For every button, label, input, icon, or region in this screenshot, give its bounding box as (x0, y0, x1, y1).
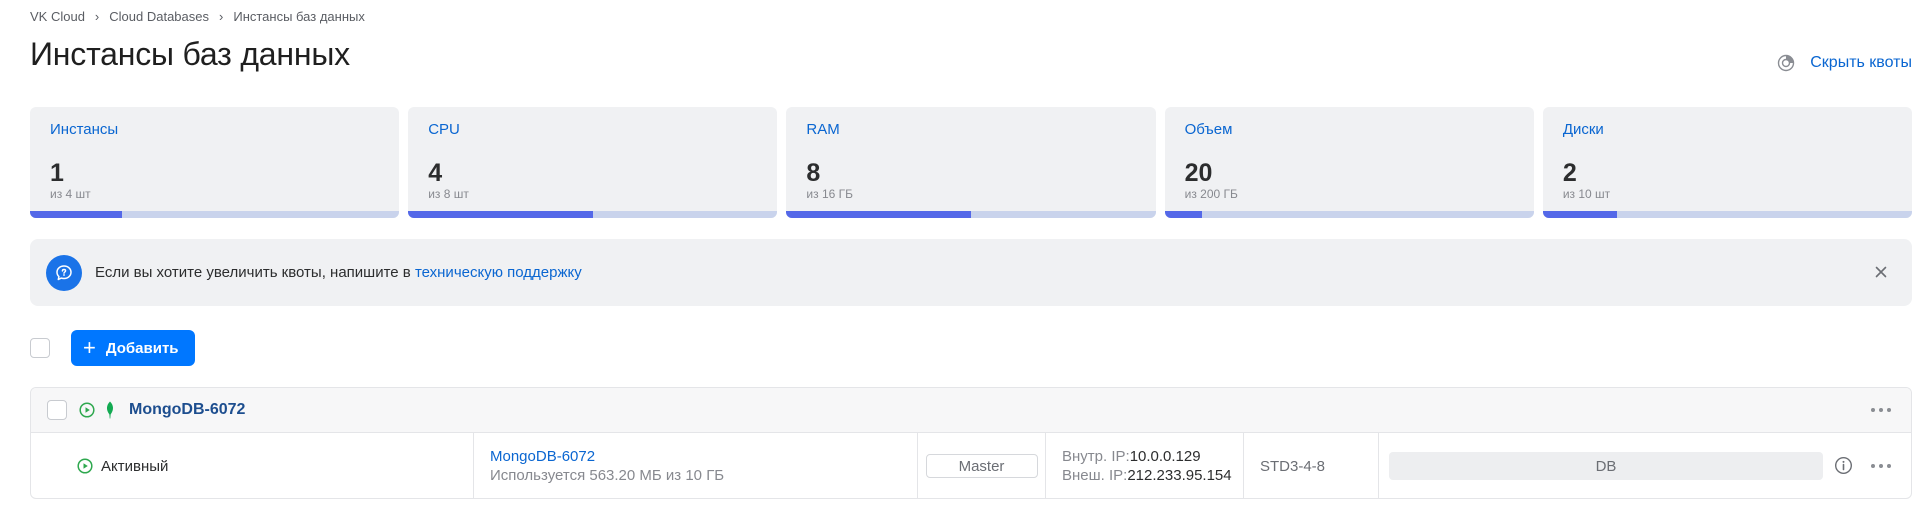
role-cell: Master (918, 433, 1046, 498)
quota-label[interactable]: Объем (1185, 121, 1233, 138)
quota-label[interactable]: Инстансы (50, 121, 118, 138)
breadcrumb-item-vk-cloud[interactable]: VK Cloud (30, 9, 85, 24)
quota-limit: из 200 ГБ (1184, 187, 1238, 201)
quota-value: 20 (1184, 159, 1213, 187)
quota-limit: из 16 ГБ (806, 187, 853, 201)
quota-cards: Инстансы 1 из 4 шт CPU 4 из 8 шт RAM 8 и… (30, 107, 1913, 218)
quota-label[interactable]: CPU (428, 121, 460, 138)
quota-card-instances: Инстансы 1 из 4 шт (30, 107, 400, 218)
quota-progress-bar (1542, 211, 1913, 218)
flavor-text: STD3-4-8 (1260, 457, 1326, 475)
instance-name-link[interactable]: MongoDB-6072 (490, 448, 595, 465)
internal-ip-value: 10.0.0.129 (1129, 448, 1201, 465)
role-badge: Master (925, 454, 1038, 478)
close-icon[interactable] (1872, 263, 1890, 281)
breadcrumb-separator: › (219, 9, 224, 24)
breadcrumb-item-current: Инстансы баз данных (233, 9, 365, 24)
quota-label[interactable]: RAM (806, 121, 839, 138)
page-title: Инстансы баз данных (30, 36, 350, 72)
quota-limit: из 4 шт (50, 187, 91, 201)
quota-progress-bar (30, 211, 400, 218)
instance-group-row: MongoDB-6072 (31, 388, 1911, 433)
type-cell: DB (1379, 433, 1911, 498)
quota-value: 1 (50, 159, 64, 187)
external-ip-value: 212.233.95.154 (1127, 467, 1232, 484)
quota-limit: из 10 шт (1562, 187, 1611, 201)
plus-icon: + (83, 335, 96, 360)
internal-ip: Внутр. IP:10.0.0.129 (1062, 447, 1201, 466)
more-horizontal-icon[interactable] (1871, 407, 1891, 413)
external-ip-label: Внеш. IP: (1062, 467, 1128, 484)
breadcrumb-item-cloud-databases[interactable]: Cloud Databases (109, 9, 209, 24)
status-cell: Активный (31, 433, 474, 498)
add-button-label: Добавить (105, 339, 179, 357)
notice-text: Если вы хотите увеличить квоты, напишите… (95, 264, 582, 281)
mongodb-leaf-icon (106, 401, 114, 419)
support-link[interactable]: техническую поддержку (415, 264, 582, 281)
instances-table: MongoDB-6072 Активный MongoDB-6072 Испол… (30, 387, 1912, 499)
toolbar: + Добавить (30, 330, 195, 366)
hide-quotas-button[interactable]: Скрыть квоты (1777, 54, 1912, 72)
quota-notice-banner: Если вы хотите увеличить квоты, напишите… (30, 239, 1912, 306)
flavor-cell: STD3-4-8 (1244, 433, 1379, 498)
quota-card-volume: Объем 20 из 200 ГБ (1164, 107, 1534, 218)
quota-progress-bar (1164, 211, 1534, 218)
quota-limit: из 8 шт (428, 187, 469, 201)
breadcrumb: VK Cloud › Cloud Databases › Инстансы ба… (30, 9, 365, 24)
ip-cell: Внутр. IP:10.0.0.129 Внеш. IP:212.233.95… (1046, 433, 1244, 498)
status-text: Активный (101, 457, 169, 475)
storage-usage: Используется 563.20 МБ из 10 ГБ (490, 467, 725, 484)
quota-value: 4 (428, 159, 443, 187)
quota-progress-bar (408, 211, 778, 218)
quota-progress-fill (1542, 211, 1617, 218)
quota-progress-fill (30, 211, 123, 218)
quota-progress-fill (786, 211, 971, 218)
breadcrumb-separator: › (94, 9, 100, 24)
play-circle-icon (79, 402, 95, 418)
quota-progress-bar (786, 211, 1156, 218)
name-cell: MongoDB-6072 Используется 563.20 МБ из 1… (474, 433, 918, 498)
hide-quotas-label: Скрыть квоты (1810, 54, 1912, 71)
add-button[interactable]: + Добавить (71, 330, 195, 366)
quota-value: 8 (806, 159, 821, 187)
quota-card-disks: Диски 2 из 10 шт (1542, 107, 1913, 218)
internal-ip-label: Внутр. IP: (1062, 448, 1130, 465)
play-circle-icon (77, 458, 93, 474)
quota-progress-fill (1164, 211, 1202, 218)
table-row: Активный MongoDB-6072 Используется 563.2… (31, 433, 1911, 498)
more-horizontal-icon[interactable] (1871, 463, 1891, 469)
quota-value: 2 (1562, 159, 1577, 187)
group-checkbox[interactable] (47, 400, 67, 420)
type-badge: DB (1389, 452, 1823, 480)
group-name[interactable]: MongoDB-6072 (129, 401, 245, 419)
chat-bubble-icon (46, 254, 82, 291)
notice-message: Если вы хотите увеличить квоты, напишите… (95, 264, 415, 281)
quota-label[interactable]: Диски (1563, 121, 1604, 138)
quota-progress-fill (408, 211, 593, 218)
external-ip: Внеш. IP:212.233.95.154 (1062, 466, 1232, 485)
info-icon[interactable] (1834, 456, 1853, 475)
select-all-checkbox[interactable] (30, 338, 50, 358)
pie-chart-icon (1778, 54, 1795, 72)
quota-card-cpu: CPU 4 из 8 шт (408, 107, 778, 218)
quota-card-ram: RAM 8 из 16 ГБ (786, 107, 1156, 218)
